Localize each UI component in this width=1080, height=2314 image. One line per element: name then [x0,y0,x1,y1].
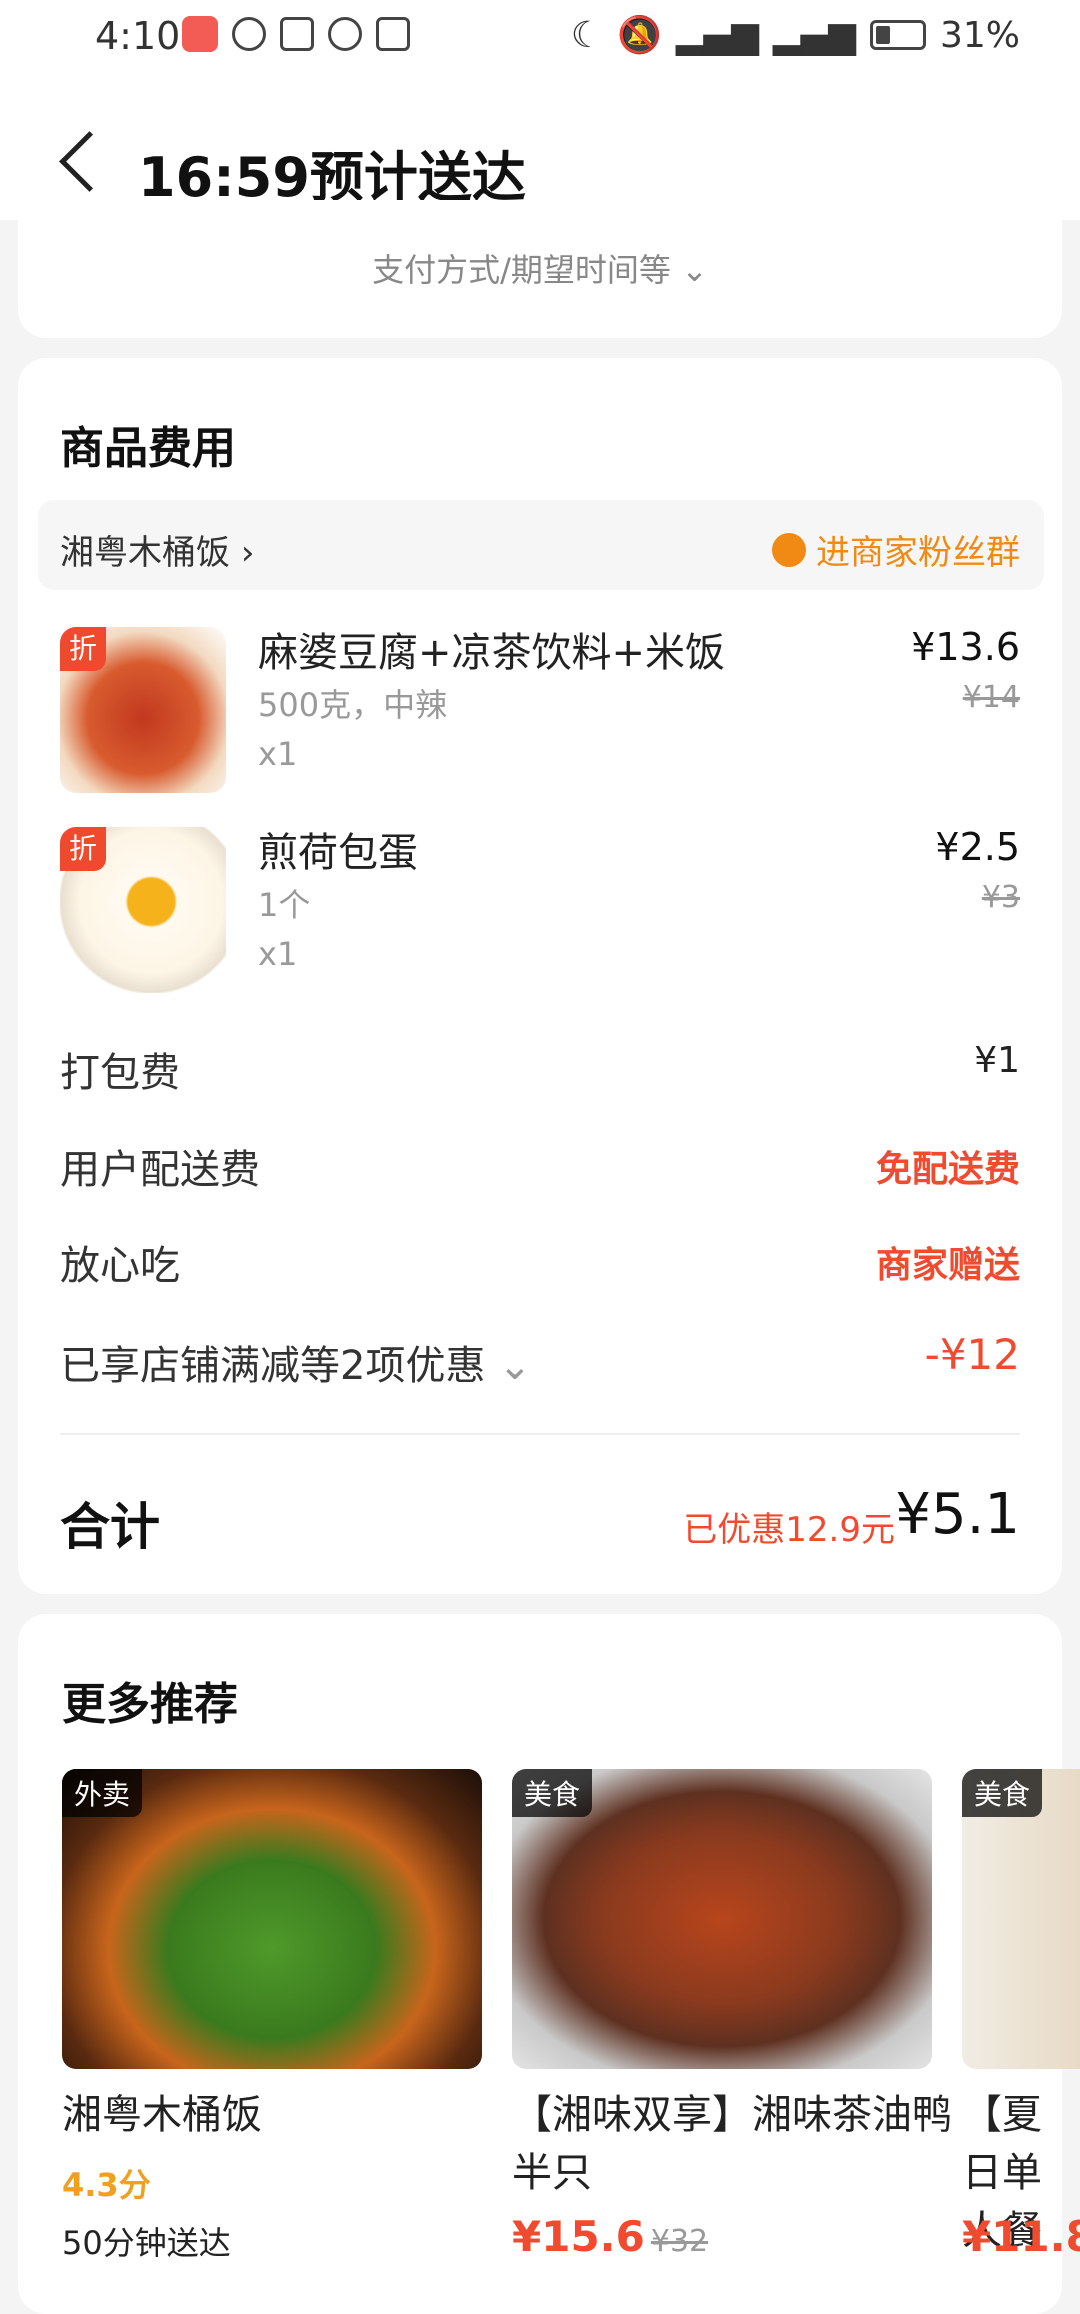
recommend-price-now: ¥11.8 [962,2212,1080,2261]
item-original-price: ¥3 [981,880,1020,915]
assurance-label: 放心吃 [60,1243,180,1289]
packing-fee-label: 打包费 [60,1050,180,1096]
item-spec: 1个 [258,886,311,924]
recommend-price: ¥15.6 ¥32 [512,2212,708,2261]
item-name: 煎荷包蛋 [258,830,418,876]
discounts-label: 已享店铺满减等2项优惠 [60,1343,486,1389]
chevron-down-icon: ⌄ [681,251,708,289]
item-spec: 500克，中辣 [258,686,448,724]
divider [60,1433,1020,1435]
item-thumbnail[interactable]: 折 [60,827,226,993]
fans-group-label: 进商家粉丝群 [816,533,1020,573]
recommend-tag: 美食 [962,1769,1043,1817]
delivery-fee-label: 用户配送费 [60,1147,260,1193]
recommend-item-image[interactable]: 美食 [512,1769,932,2069]
recommend-tag: 美食 [512,1769,593,1817]
recommend-item-image[interactable]: 外卖 [62,1769,482,2069]
bluetooth-battery-icon [376,17,410,51]
discount-badge: 折 [60,827,106,871]
discount-badge: 折 [60,627,106,671]
total-label: 合计 [60,1498,160,1556]
shop-name-link[interactable]: 湘粤木桶饭 › [60,525,254,574]
recommend-rating: 4.3分 [62,2166,151,2204]
recommend-item-title[interactable]: 【湘味双享】湘味茶油鸭 半只 [512,2086,952,2202]
recommend-item-title[interactable]: 湘粤木桶饭 [62,2086,482,2144]
battery-icon [869,20,926,50]
recommend-tag: 外卖 [62,1769,143,1817]
recommend-item-image[interactable]: 美食 [962,1769,1080,2069]
signal-icon: ▂▄▆ [675,14,759,56]
delivery-fee-value: 免配送费 [875,1149,1020,1190]
item-thumbnail[interactable]: 折 [60,627,226,793]
item-original-price: ¥14 [962,680,1020,715]
status-icons-right: ☾ 🔕 ▂▄▆ ▂▄▆ 31% [570,14,1020,57]
recommend-title: 更多推荐 [62,1679,238,1730]
fans-group-link[interactable]: 进商家粉丝群 [772,525,1020,574]
status-bar: 4:10 ☾ 🔕 ▂▄▆ ▂▄▆ 31% [0,0,1080,70]
item-quantity: x1 [258,935,298,973]
saved-amount: 已优惠12.9元 [683,1510,895,1550]
alarm-icon [328,17,362,51]
speedometer-icon [232,17,266,51]
status-icons-left [182,16,410,52]
item-name: 麻婆豆腐+凉茶饮料+米饭 [258,630,726,676]
item-quantity: x1 [258,735,298,773]
item-price: ¥13.6 [911,625,1020,669]
discounts-toggle[interactable]: 已享店铺满减等2项优惠 ⌄ [60,1333,532,1391]
recommend-price: ¥11.8 [962,2212,1080,2261]
nfc-icon [280,17,314,51]
chevron-right-icon: › [240,533,255,573]
payment-options-label: 支付方式/期望时间等 [372,251,671,289]
total-amount: ¥5.1 [895,1482,1020,1547]
mute-icon: 🔕 [617,15,662,56]
signal-icon: ▂▄▆ [772,14,856,56]
recommend-price-now: ¥15.6 [512,2212,645,2261]
item-price: ¥2.5 [935,825,1020,869]
app-notification-icon [182,16,218,52]
moon-icon: ☾ [570,14,604,56]
recommend-price-old: ¥32 [650,2224,709,2259]
payment-options-toggle[interactable]: 支付方式/期望时间等 ⌄ [0,245,1080,291]
chat-icon [772,532,806,567]
shop-name: 湘粤木桶饭 [60,533,230,573]
battery-percent: 31% [939,14,1020,56]
discounts-value: -¥12 [924,1330,1020,1379]
assurance-value: 商家赠送 [875,1245,1020,1286]
cost-section-title: 商品费用 [60,423,236,474]
status-time: 4:10 [95,14,181,58]
chevron-down-icon: ⌄ [498,1343,532,1389]
packing-fee-value: ¥1 [974,1040,1020,1081]
recommend-eta: 50分钟送达 [62,2224,231,2262]
